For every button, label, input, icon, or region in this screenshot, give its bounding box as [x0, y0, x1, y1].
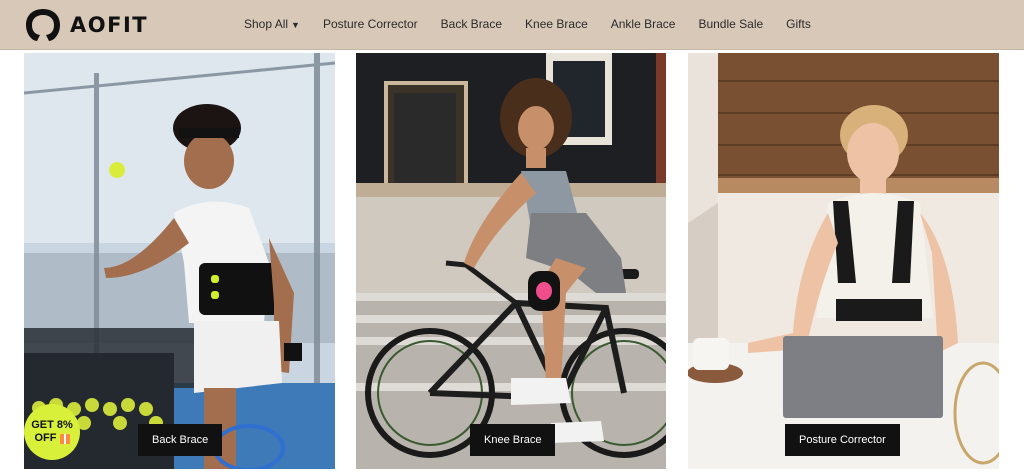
nav-ankle-brace[interactable]: Ankle Brace	[611, 17, 676, 31]
cyclist-image	[356, 53, 666, 469]
product-card-knee-brace[interactable]: Knee Brace	[356, 53, 666, 469]
brand-name: AOFIT	[70, 13, 149, 37]
discount-promo-badge[interactable]: GET 8% OFF	[24, 404, 80, 460]
nav-back-brace[interactable]: Back Brace	[441, 17, 502, 31]
main-nav: Shop All ▼ Posture Corrector Back Brace …	[244, 17, 834, 31]
back-brace-button[interactable]: Back Brace	[138, 424, 223, 456]
nav-knee-brace[interactable]: Knee Brace	[525, 17, 588, 31]
promo-line-1: GET 8%	[31, 419, 73, 431]
nav-posture-corrector[interactable]: Posture Corrector	[323, 17, 418, 31]
tennis-player-image	[24, 53, 335, 469]
product-card-back-brace[interactable]: Back Brace	[24, 53, 335, 469]
site-header: AOFIT Shop All ▼ Posture Corrector Back …	[0, 0, 1024, 50]
office-woman-image	[688, 53, 999, 469]
brand-logo[interactable]: AOFIT	[24, 7, 148, 43]
promo-line-2: OFF	[34, 432, 57, 444]
posture-corrector-button[interactable]: Posture Corrector	[785, 424, 900, 456]
nav-gifts[interactable]: Gifts	[786, 17, 811, 31]
product-card-posture-corrector[interactable]: Posture Corrector	[688, 53, 999, 469]
knee-brace-button[interactable]: Knee Brace	[470, 424, 556, 456]
gift-icon	[59, 433, 70, 444]
chevron-down-icon: ▼	[291, 20, 300, 30]
nav-shop-all[interactable]: Shop All ▼	[244, 17, 300, 31]
nav-bundle-sale[interactable]: Bundle Sale	[698, 17, 763, 31]
aofit-logo-icon	[24, 7, 62, 43]
